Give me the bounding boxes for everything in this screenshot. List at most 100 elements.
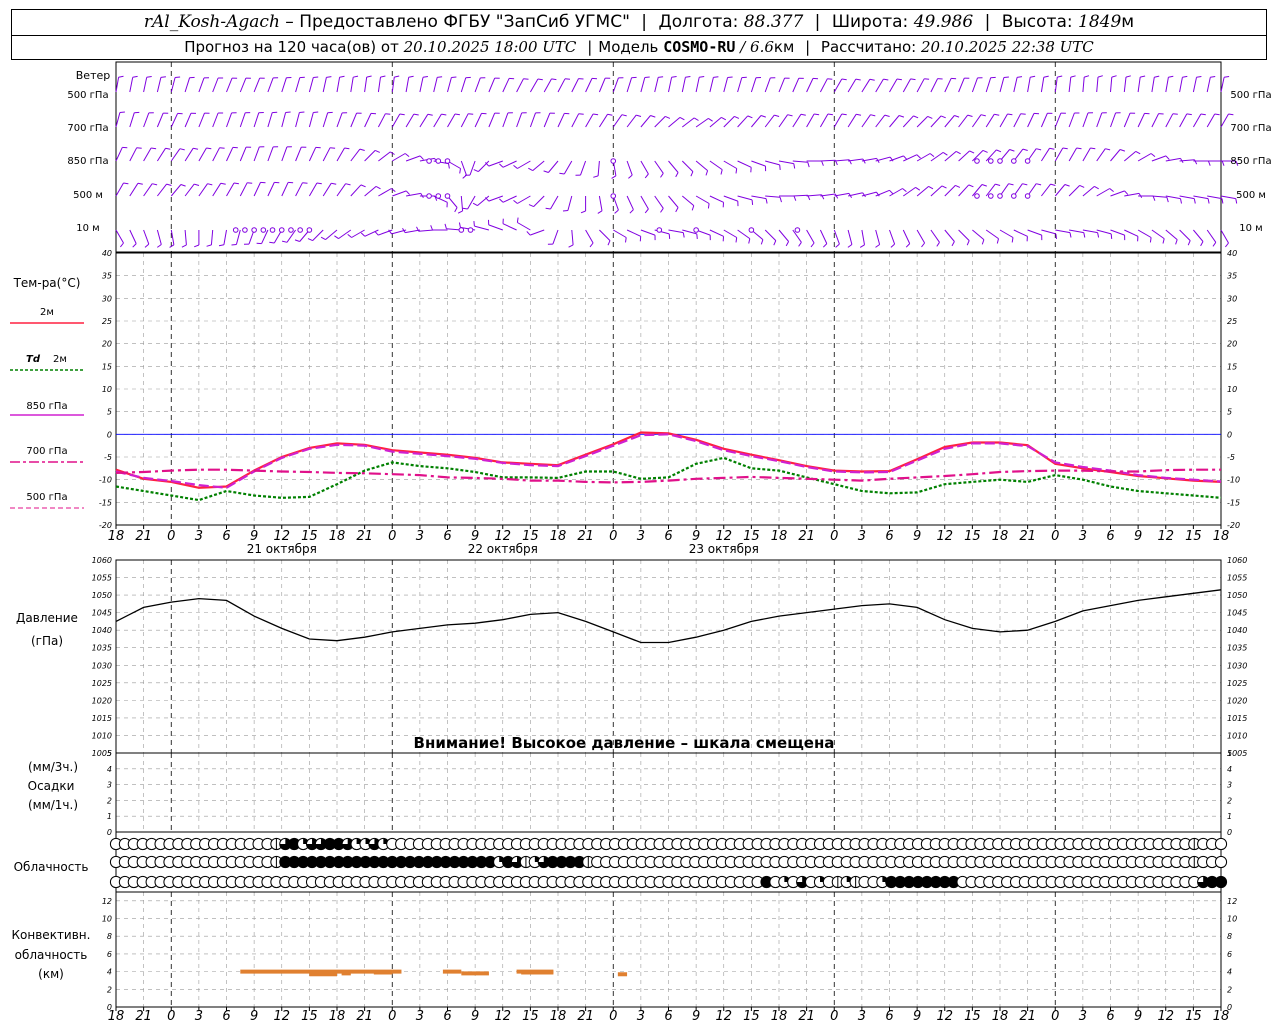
wind-barb bbox=[819, 78, 828, 93]
convective-segment bbox=[309, 972, 337, 977]
wind-barb bbox=[1151, 77, 1155, 93]
x-tick-label: 18 bbox=[771, 1009, 788, 1024]
wind-barb bbox=[336, 112, 343, 128]
wind-barb bbox=[668, 195, 679, 208]
wind-barb bbox=[529, 229, 545, 236]
wind-barb-flag bbox=[996, 238, 999, 244]
wind-barb bbox=[985, 229, 999, 240]
wind-barb bbox=[598, 77, 606, 93]
wind-barb bbox=[419, 114, 429, 128]
wind-barb bbox=[1082, 229, 1098, 234]
wind-barb-flag bbox=[981, 184, 987, 187]
prec-ytick-left: 5 bbox=[107, 749, 112, 758]
wind-barb-flag bbox=[344, 147, 350, 150]
wind-barb bbox=[875, 114, 886, 128]
wind-barb bbox=[115, 112, 121, 128]
wind-barb-flag bbox=[614, 209, 619, 214]
wind-barb-flag bbox=[207, 183, 213, 186]
wind-level-500gpa-left: 500 гПа bbox=[67, 90, 108, 101]
wind-barb-flag bbox=[437, 76, 443, 78]
wind-barb-flag bbox=[179, 148, 185, 151]
wind-barb bbox=[156, 148, 166, 162]
wind-barb-flag bbox=[682, 232, 685, 238]
wind-barb bbox=[212, 183, 222, 197]
pressure-warning: Внимание! Высокое давление – шкала смеще… bbox=[414, 734, 835, 752]
wind-barb bbox=[889, 229, 896, 245]
wind-barb-flag bbox=[696, 233, 698, 239]
wind-barb bbox=[820, 193, 836, 197]
wind-barb bbox=[529, 112, 536, 128]
wind-barb bbox=[640, 195, 649, 210]
wind-barb-flag bbox=[375, 149, 380, 153]
wind-barb bbox=[1179, 229, 1191, 241]
wind-barb bbox=[550, 195, 559, 210]
wind-barb-flag bbox=[942, 151, 948, 156]
x-tick-label: 0 bbox=[609, 1009, 617, 1024]
pres-ytick-left: 1020 bbox=[92, 696, 112, 705]
wind-barb bbox=[281, 182, 289, 197]
wind-barb-flag bbox=[1110, 233, 1113, 239]
x-tick-label: 9 bbox=[250, 1009, 258, 1024]
wind-calm-mark bbox=[693, 227, 699, 233]
wind-barb bbox=[599, 229, 611, 241]
wind-barb bbox=[184, 229, 187, 245]
wind-barb-flag bbox=[1210, 76, 1216, 78]
wind-barb-flag bbox=[707, 203, 710, 209]
wind-barb-flag bbox=[1043, 75, 1049, 78]
wind-barb bbox=[848, 158, 863, 162]
wind-barb bbox=[723, 116, 735, 128]
wind-barb bbox=[1179, 195, 1195, 200]
legend-td-label: 2м bbox=[53, 354, 67, 365]
wind-barb-flag bbox=[458, 222, 461, 228]
wind-barb-flag bbox=[1070, 75, 1076, 78]
temp-ytick-right: 30 bbox=[1227, 294, 1237, 303]
precip-unit-1h: (мм/1ч.) bbox=[28, 798, 78, 812]
wind-barb-flag bbox=[1200, 113, 1206, 116]
wind-barb bbox=[999, 77, 1005, 93]
prec-ytick-left: 4 bbox=[107, 765, 112, 774]
wind-barb-flag bbox=[169, 244, 175, 248]
wind-barb-flag bbox=[454, 207, 458, 213]
wind-barb bbox=[184, 148, 194, 162]
wind-barb-flag bbox=[1135, 150, 1141, 155]
wind-barb bbox=[1179, 77, 1183, 93]
date-label: 23 октября bbox=[689, 542, 759, 556]
wind-barb-flag bbox=[1007, 113, 1013, 116]
wind-barb-flag bbox=[513, 165, 518, 169]
wind-barb bbox=[474, 113, 482, 128]
conv-title-1: Конвективн. bbox=[12, 928, 91, 942]
wind-barb bbox=[626, 160, 633, 176]
wind-barb bbox=[474, 225, 490, 231]
wind-barb bbox=[336, 77, 341, 93]
wind-barb bbox=[488, 112, 496, 128]
pres-ytick-right: 1010 bbox=[1227, 731, 1247, 740]
wind-barb-flag bbox=[499, 198, 504, 203]
wind-barb-flag bbox=[693, 117, 699, 121]
wind-barb bbox=[212, 112, 219, 128]
wind-barb-flag bbox=[457, 210, 463, 214]
x-tick-label: 0 bbox=[167, 1009, 175, 1024]
wind-barb-flag bbox=[1182, 75, 1188, 78]
wind-barb bbox=[792, 78, 800, 93]
wind-barb-flag bbox=[1193, 198, 1196, 204]
wind-barb-flag bbox=[1050, 183, 1056, 186]
wind-barb-flag bbox=[1207, 160, 1211, 166]
wind-barb-flag bbox=[967, 114, 973, 117]
wind-barb bbox=[958, 150, 970, 162]
conv-ytick-left: 2 bbox=[107, 985, 112, 994]
wind-barb bbox=[778, 229, 789, 242]
prec-ytick-left: 0 bbox=[107, 828, 112, 837]
precip-unit-3h: (мм/3ч.) bbox=[28, 760, 78, 774]
temp-ytick-left: -15 bbox=[99, 498, 112, 507]
wind-barb-flag bbox=[855, 78, 861, 81]
wind-barb bbox=[378, 188, 392, 197]
wind-barb bbox=[115, 229, 124, 244]
wind-barb-flag bbox=[526, 231, 531, 236]
x-tick-label: 12 bbox=[936, 1009, 953, 1024]
x-tick-label: 9 bbox=[913, 1009, 921, 1024]
wind-barb bbox=[1082, 112, 1089, 128]
conv-ytick-right: 12 bbox=[1227, 897, 1237, 906]
x-tick-label: 21 bbox=[798, 529, 815, 544]
wind-calm-mark bbox=[288, 227, 294, 233]
x-tick-label: 18 bbox=[771, 529, 788, 544]
